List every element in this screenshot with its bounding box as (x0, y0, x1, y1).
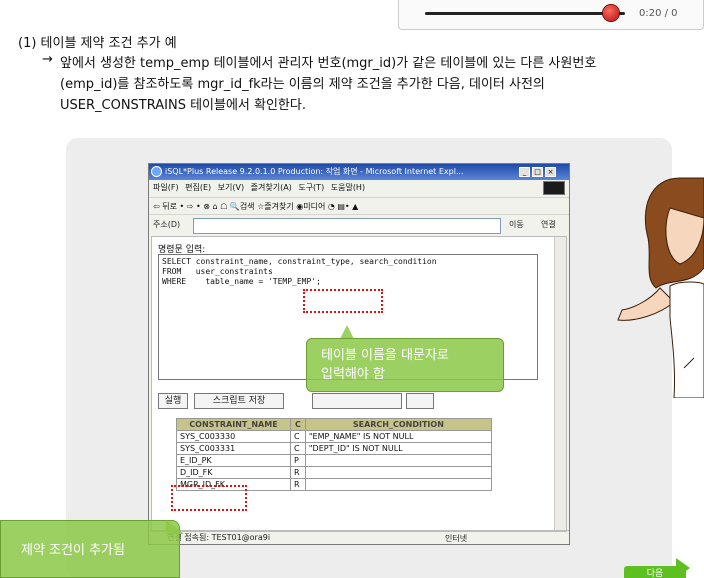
table-row: SYS_C003331 C "DEPT_ID" IS NOT NULL (176, 442, 492, 455)
status-bar: 연결 접속됨: TEST01@ora9i 인터넷 (149, 530, 569, 544)
window-title: iSQL*Plus Release 9.2.0.1.0 Production: … (165, 167, 464, 176)
cell: R (290, 466, 306, 479)
callout-pointer (166, 520, 184, 534)
col-search-condition: SEARCH_CONDITION (304, 418, 492, 431)
execute-button[interactable]: 실행 (158, 393, 188, 409)
description-line-1: 앞에서 생성한 temp_emp 테이블에서 관리자 번호(mgr_id)가 같… (60, 56, 597, 71)
close-button[interactable]: × (545, 167, 556, 177)
links-button[interactable]: 연결 (541, 219, 556, 230)
table-name-highlight (303, 289, 383, 313)
col-type: C (290, 418, 306, 431)
col-constraint-name: CONSTRAINT_NAME (176, 418, 291, 431)
results-table: CONSTRAINT_NAME C SEARCH_CONDITION SYS_C… (176, 418, 492, 491)
arrow-icon: → (42, 52, 53, 67)
cell: SYS_C003331 (176, 442, 291, 455)
cell: P (290, 454, 306, 467)
browser-toolbar[interactable]: ⇦ 뒤로 • ⇨ • ⊗ ⌂ ☖ 🔍검색 ☆즐겨찾기 ◉미디어 ◔ ▤• ▲ (149, 197, 569, 215)
new-constraint-highlight (171, 485, 247, 511)
description-line-3: USER_CONSTRAINS 테이블에서 확인한다. (60, 98, 306, 113)
media-player: 0:20 / 0 (398, 0, 704, 30)
cell: SYS_C003330 (176, 430, 291, 443)
load-script-button[interactable] (312, 393, 402, 409)
cell: E_ID_PK (176, 454, 291, 467)
address-label: 주소(D) (153, 220, 181, 229)
uppercase-callout-text: 테이블 이름을 대문자로 입력해야 함 (321, 348, 449, 382)
seek-bar[interactable] (425, 12, 625, 15)
presenter-character-illustration (617, 177, 704, 398)
cell: C (290, 442, 306, 455)
callout-pointer (340, 325, 354, 339)
save-script-button[interactable]: 스크립트 저장 (194, 393, 284, 409)
table-row: E_ID_PK P (176, 454, 492, 467)
windows-logo-icon (543, 181, 565, 195)
go-button[interactable]: 이동 (509, 219, 524, 230)
minimize-button[interactable]: _ (519, 167, 530, 177)
next-arrow-icon[interactable] (676, 558, 690, 578)
cell: "DEPT_ID" IS NOT NULL (304, 442, 492, 455)
added-callout-text: 제약 조건이 추가됨 (21, 543, 125, 558)
table-row: D_ID_FK R (176, 466, 492, 479)
cell: C (290, 430, 306, 443)
menu-bar[interactable]: 파일(F) 편집(E) 보기(V) 즐겨찾기(A) 도구(T) 도움말(H) (149, 180, 569, 196)
vertical-scrollbar[interactable] (554, 237, 566, 531)
time-readout: 0:20 / 0 (639, 8, 678, 19)
cell (304, 466, 492, 479)
added-callout: 제약 조건이 추가됨 (0, 520, 180, 578)
table-row: SYS_C003330 C "EMP_NAME" IS NOT NULL (176, 430, 492, 443)
zone-label: 인터넷 (445, 534, 468, 543)
status-text: 연결 접속됨: TEST01@ora9i (167, 533, 271, 542)
cell (304, 478, 492, 491)
cell: "EMP_NAME" IS NOT NULL (304, 430, 492, 443)
seek-knob[interactable] (603, 5, 619, 21)
cell: D_ID_FK (176, 466, 291, 479)
cancel-button[interactable] (406, 393, 434, 409)
description-line-2: (emp_id)를 참조하도록 mgr_id_fk라는 이름의 제약 조건을 추… (60, 77, 545, 92)
window-titlebar: iSQL*Plus Release 9.2.0.1.0 Production: … (149, 164, 569, 180)
ie-icon (151, 166, 162, 177)
cell: R (290, 478, 306, 491)
address-input[interactable] (193, 218, 501, 234)
uppercase-callout: 테이블 이름을 대문자로 입력해야 함 (306, 338, 504, 392)
cell (304, 454, 492, 467)
maximize-button[interactable]: □ (532, 167, 543, 177)
section-title: (1) 테이블 제약 조건 추가 예 (18, 36, 177, 51)
